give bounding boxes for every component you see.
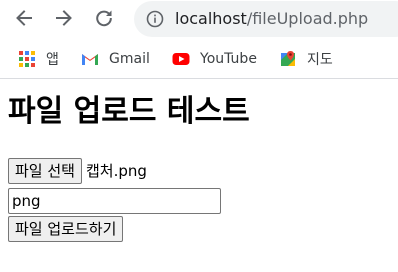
bookmark-youtube[interactable]: YouTube (172, 50, 257, 68)
gmail-icon (82, 53, 98, 65)
reload-icon[interactable] (94, 8, 114, 28)
address-bar[interactable]: localhost/fileUpload.php (134, 1, 398, 37)
back-arrow-icon[interactable] (14, 8, 34, 28)
url-path: /fileUpload.php (246, 9, 369, 28)
page-title: 파일 업로드 테스트 (8, 94, 250, 129)
bookmark-apps[interactable]: 앱 (18, 50, 59, 68)
url-text: localhost/fileUpload.php (175, 10, 368, 28)
bookmark-gmail[interactable]: Gmail (81, 50, 150, 68)
bookmark-maps[interactable]: 지도 (279, 50, 333, 68)
file-input[interactable]: 파일 선택 캡처.png (8, 157, 147, 185)
bookmark-apps-label: 앱 (46, 52, 59, 68)
selected-file-name: 캡처.png (85, 162, 147, 180)
apps-grid-icon (19, 51, 35, 67)
browser-toolbar: localhost/fileUpload.php (0, 0, 398, 40)
extension-text-input[interactable] (8, 188, 221, 214)
choose-file-button[interactable]: 파일 선택 (8, 158, 82, 184)
bookmarks-bar: 앱 Gmail YouTube 지도 (0, 40, 398, 79)
info-icon[interactable] (146, 10, 164, 28)
upload-submit-button[interactable]: 파일 업로드하기 (8, 216, 124, 242)
url-host: localhost (175, 9, 247, 28)
youtube-icon (172, 53, 190, 65)
bookmark-maps-label: 지도 (307, 52, 333, 68)
forward-arrow-icon[interactable] (54, 8, 74, 28)
bookmark-youtube-label: YouTube (200, 51, 257, 67)
maps-icon (281, 51, 295, 66)
bookmark-gmail-label: Gmail (109, 51, 150, 67)
